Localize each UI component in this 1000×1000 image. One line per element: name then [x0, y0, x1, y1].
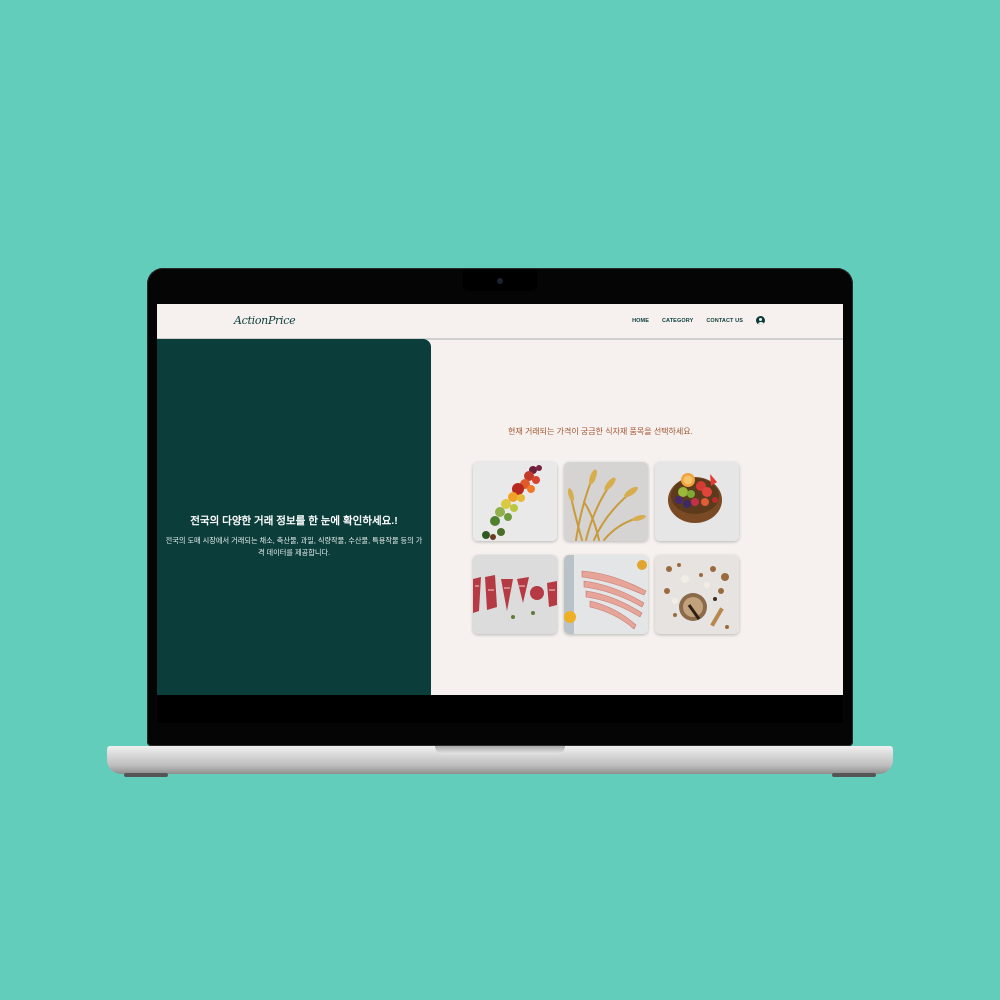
- laptop-groove: [435, 746, 565, 754]
- seafood-image: [564, 555, 648, 634]
- screen-bezel: [157, 695, 843, 723]
- laptop-foot: [832, 773, 876, 777]
- fruit-bowl-image: [655, 462, 739, 541]
- nav-home-link[interactable]: HOME: [632, 318, 649, 324]
- category-tile-meat[interactable]: [473, 555, 557, 634]
- top-navigation-bar: ActionPrice HOME CATEGORY CONTACT US: [157, 304, 843, 340]
- category-grid: [473, 462, 739, 634]
- category-tile-grain[interactable]: [564, 462, 648, 541]
- category-tile-specialty-crops[interactable]: [655, 555, 739, 634]
- category-tile-fruit[interactable]: [655, 462, 739, 541]
- user-account-icon[interactable]: [756, 316, 765, 325]
- meat-image: [473, 555, 557, 634]
- site-logo[interactable]: ActionPrice: [234, 314, 296, 327]
- camera-icon: [497, 278, 503, 284]
- grain-image: [564, 462, 648, 541]
- hero-panel: 전국의 다양한 거래 정보를 한 눈에 확인하세요.! 전국의 도매 시장에서 …: [157, 339, 431, 695]
- category-prompt: 현재 거래되는 가격이 궁금한 식자재 품목을 선택하세요.: [508, 427, 693, 436]
- laptop-foot: [124, 773, 168, 777]
- category-tile-vegetables[interactable]: [473, 462, 557, 541]
- hero-title: 전국의 다양한 거래 정보를 한 눈에 확인하세요.!: [190, 515, 398, 527]
- website-screen: ActionPrice HOME CATEGORY CONTACT US 전국의…: [157, 304, 843, 695]
- hero-description: 전국의 도매 시장에서 거래되는 채소, 축산물, 과일, 식량작물, 수산물,…: [165, 536, 423, 557]
- nav-contact-link[interactable]: CONTACT US: [706, 318, 743, 324]
- category-tile-seafood[interactable]: [564, 555, 648, 634]
- specialty-crops-image: [655, 555, 739, 634]
- main-nav: HOME CATEGORY CONTACT US: [632, 316, 765, 325]
- nav-category-link[interactable]: CATEGORY: [662, 318, 693, 324]
- vegetables-image: [473, 462, 557, 541]
